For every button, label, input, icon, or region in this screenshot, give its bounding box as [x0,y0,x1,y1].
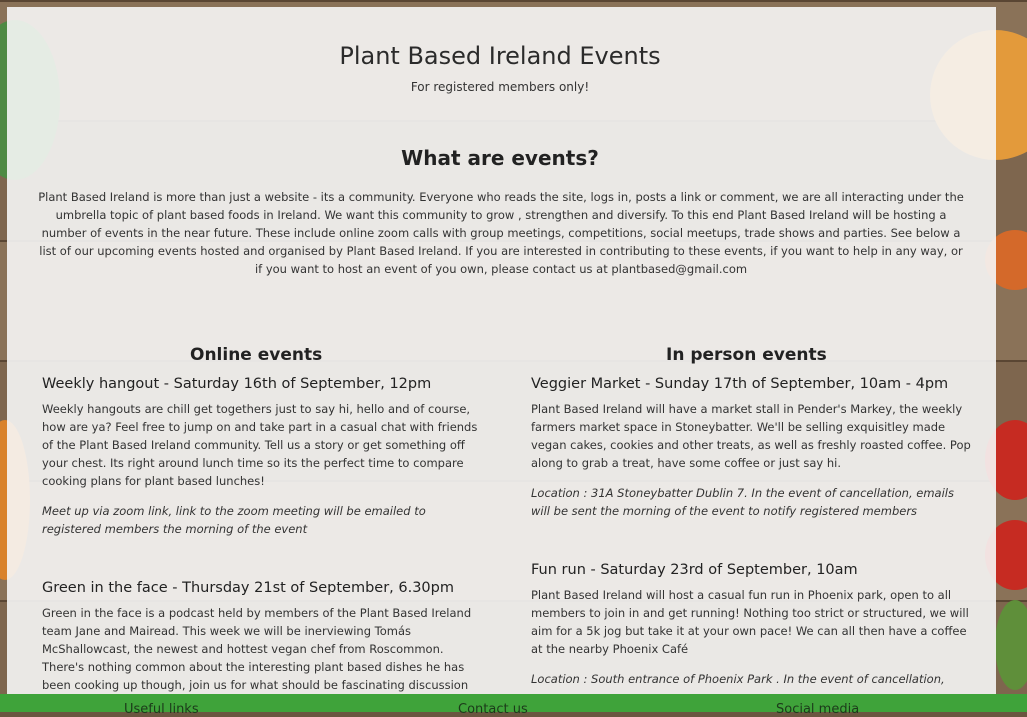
leaf-decoration [995,600,1027,690]
event-card-veggier-market: Veggier Market - Sunday 17th of Septembe… [531,376,971,520]
event-title: Fun run - Saturday 23rd of September, 10… [531,562,858,578]
intro-heading: What are events? [401,146,599,170]
online-events-heading: Online events [190,345,323,365]
page-title: Plant Based Ireland Events [339,42,661,70]
event-card-weekly-hangout: Weekly hangout - Saturday 16th of Septem… [42,376,482,538]
intro-text: Plant Based Ireland is more than just a … [38,190,964,276]
event-title: Weekly hangout - Saturday 16th of Septem… [42,376,432,392]
event-title: Green in the face - Thursday 21st of Sep… [42,580,454,596]
event-description: Plant Based Ireland will host a casual f… [531,588,969,656]
event-description: Weekly hangouts are chill get togethers … [42,402,478,488]
event-title: Veggier Market - Sunday 17th of Septembe… [531,376,949,392]
event-note: Meet up via zoom link, link to the zoom … [42,504,426,536]
page-subtitle: For registered members only! [410,80,590,94]
footer-useful-links[interactable]: Useful links [124,702,199,717]
footer-contact-us[interactable]: Contact us [458,702,528,717]
event-note: Location : 31A Stoneybatter Dublin 7. In… [531,486,954,518]
event-card-fun-run: Fun run - Saturday 23rd of September, 10… [531,562,971,688]
event-description: Plant Based Ireland will have a market s… [531,402,971,470]
event-card-green-in-the-face: Green in the face - Thursday 21st of Sep… [42,580,482,712]
event-note: Location : South entrance of Phoenix Par… [531,672,945,686]
in-person-events-heading: In person events [666,345,827,365]
footer-social-media[interactable]: Social media [776,702,859,717]
footer: Useful links Contact us Social media [0,694,1027,717]
